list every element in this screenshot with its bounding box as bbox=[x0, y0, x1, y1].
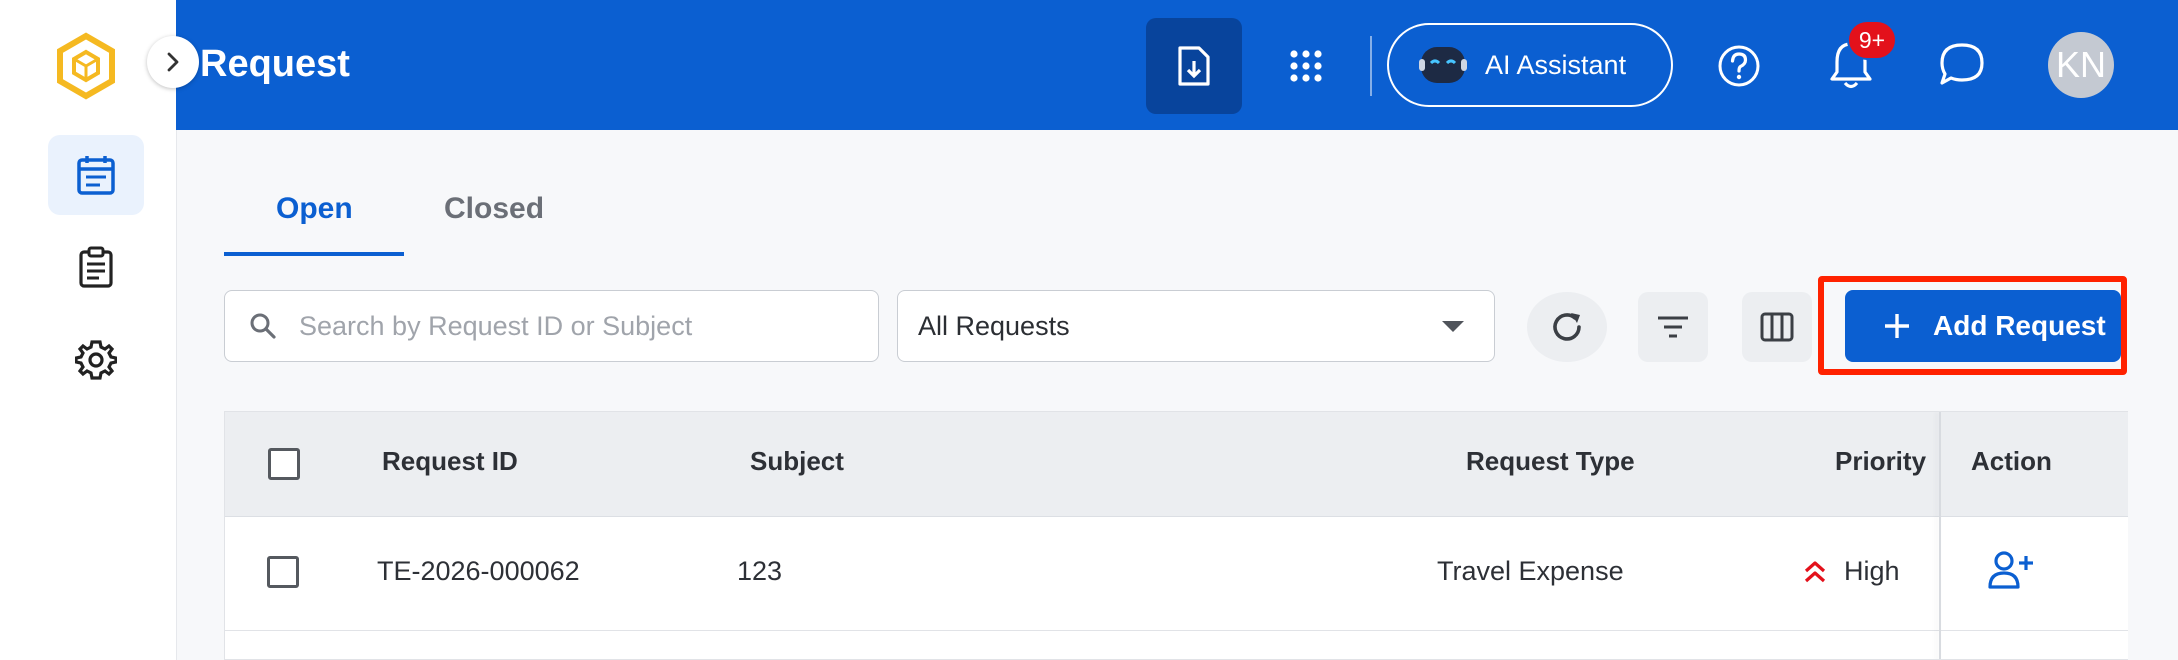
sidebar-collapse-button[interactable] bbox=[147, 36, 199, 88]
requests-table: Request ID Subject Request Type Priority… bbox=[224, 411, 2128, 660]
search-input[interactable] bbox=[297, 309, 861, 343]
clipboard-list-icon bbox=[79, 246, 113, 288]
robot-icon bbox=[1419, 47, 1467, 83]
table-row[interactable]: TE-2026-000062 123 Travel Expense High bbox=[225, 516, 2128, 631]
header-divider bbox=[1370, 36, 1372, 96]
help-button[interactable] bbox=[1717, 44, 1761, 88]
column-header-subject[interactable]: Subject bbox=[750, 446, 844, 477]
cell-request-type: Travel Expense bbox=[1437, 556, 1624, 586]
apps-grid-icon bbox=[1290, 50, 1322, 82]
cell-priority: High bbox=[1844, 556, 1900, 586]
priority-high-icon bbox=[1803, 559, 1827, 585]
search-box bbox=[224, 290, 879, 362]
filter-button[interactable] bbox=[1638, 292, 1708, 362]
tab-open[interactable]: Open bbox=[276, 192, 353, 226]
logo-icon bbox=[57, 32, 115, 100]
ai-assistant-label: AI Assistant bbox=[1485, 49, 1627, 80]
file-download-icon bbox=[1178, 46, 1210, 86]
sidebar-item-requests[interactable] bbox=[48, 135, 144, 215]
refresh-button[interactable] bbox=[1527, 292, 1607, 362]
tab-closed[interactable]: Closed bbox=[444, 192, 544, 226]
chevron-right-icon bbox=[167, 52, 179, 72]
page-title: Request bbox=[200, 43, 350, 85]
highlight-outline bbox=[1818, 276, 2127, 375]
column-header-priority[interactable]: Priority bbox=[1835, 446, 1926, 477]
table-header: Request ID Subject Request Type Priority… bbox=[225, 412, 2128, 517]
ai-assistant-button[interactable]: AI Assistant bbox=[1387, 23, 1673, 107]
caret-down-icon bbox=[1442, 320, 1464, 332]
sidebar-item-clipboard[interactable] bbox=[48, 227, 144, 307]
chat-bubble-icon bbox=[1940, 43, 1984, 85]
column-header-action: Action bbox=[1971, 446, 2052, 476]
active-tab-indicator bbox=[224, 252, 404, 256]
help-circle-icon bbox=[1718, 45, 1760, 87]
assign-user-icon[interactable] bbox=[1988, 550, 2034, 590]
column-header-request-type[interactable]: Request Type bbox=[1466, 446, 1635, 477]
select-all-checkbox[interactable] bbox=[268, 448, 300, 480]
column-header-request-id[interactable]: Request ID bbox=[382, 446, 518, 477]
user-avatar[interactable]: KN bbox=[2048, 32, 2114, 98]
chat-button[interactable] bbox=[1937, 40, 1987, 90]
calendar-list-icon bbox=[77, 156, 115, 195]
gear-icon bbox=[75, 340, 117, 380]
app-logo[interactable] bbox=[50, 30, 122, 102]
columns-icon bbox=[1760, 312, 1794, 342]
search-icon bbox=[250, 313, 276, 339]
row-checkbox[interactable] bbox=[267, 556, 299, 588]
refresh-icon bbox=[1553, 313, 1581, 341]
columns-button[interactable] bbox=[1742, 292, 1812, 362]
filter-lines-icon bbox=[1658, 316, 1688, 338]
cell-request-id[interactable]: TE-2026-000062 bbox=[377, 556, 580, 587]
window-edge bbox=[0, 0, 17, 660]
request-filter-value: All Requests bbox=[918, 310, 1070, 341]
sidebar-item-settings[interactable] bbox=[48, 320, 144, 400]
apps-grid-button[interactable] bbox=[1280, 40, 1332, 92]
download-button[interactable] bbox=[1146, 18, 1242, 114]
cell-subject: 123 bbox=[737, 556, 783, 586]
request-filter-select[interactable]: All Requests bbox=[897, 290, 1495, 362]
sticky-column-divider bbox=[1939, 412, 1941, 659]
notification-badge: 9+ bbox=[1847, 20, 1897, 60]
